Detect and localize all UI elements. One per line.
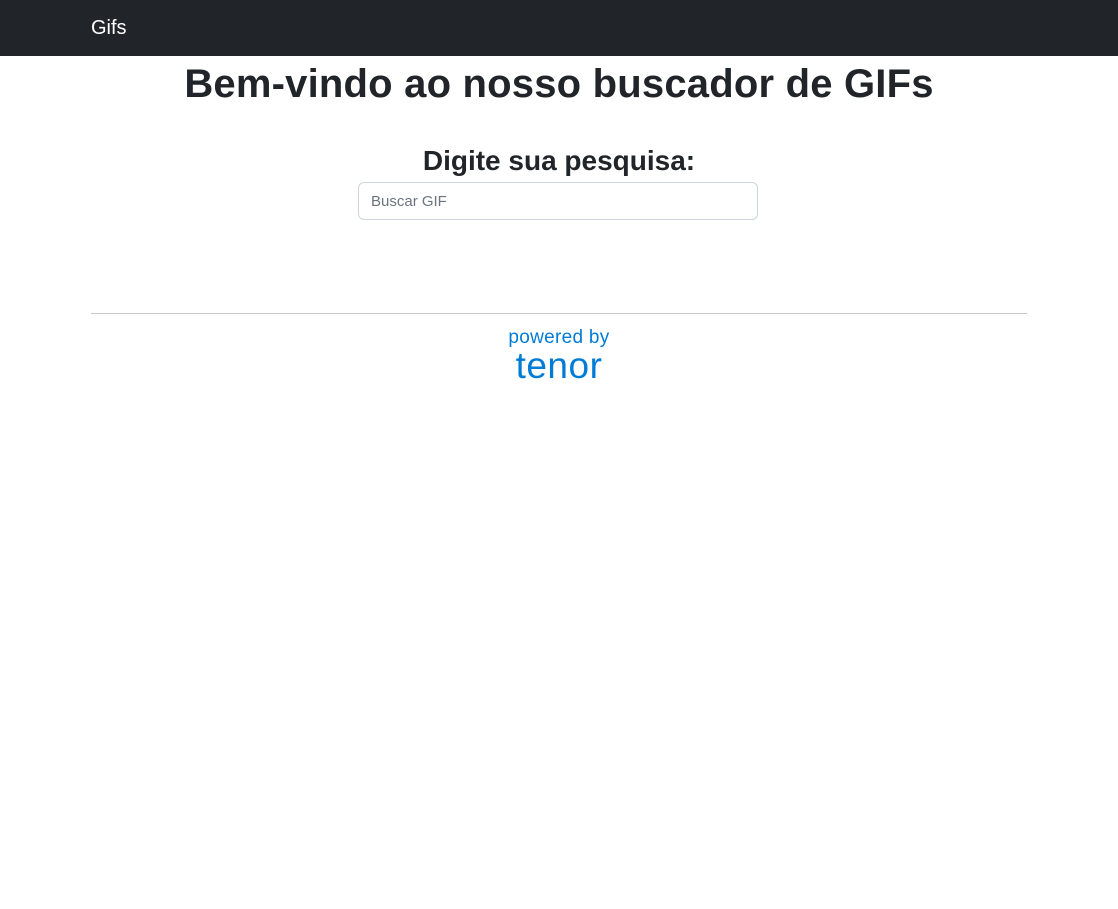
search-input[interactable] [358,182,758,220]
search-container [91,182,1027,220]
tenor-wordmark: tenor [515,345,603,386]
page-title: Bem-vindo ao nosso buscador de GIFs [184,62,934,106]
search-label: Digite sua pesquisa: [422,145,696,176]
main-content: Bem-vindo ao nosso buscador de GIFs Digi… [91,56,1027,384]
navbar-brand-link[interactable]: Gifs [91,18,127,38]
navbar: Gifs [0,0,1118,56]
powered-by-tenor-logo[interactable]: powered by tenor [508,328,609,386]
divider [91,313,1027,314]
